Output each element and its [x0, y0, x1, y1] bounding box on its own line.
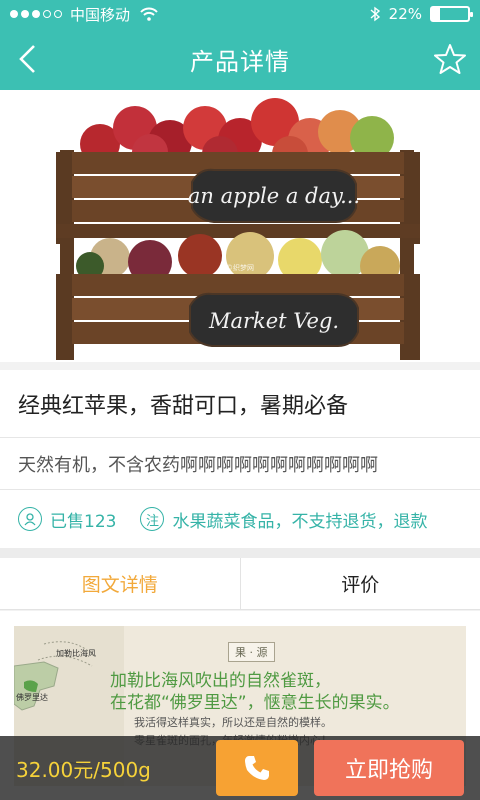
product-description-row: 天然有机，不含农药啊啊啊啊啊啊啊啊啊啊啊	[0, 438, 480, 490]
signal-icon	[10, 10, 62, 18]
poster-body-1: 我活得这样真实，所以还是自然的模样。	[134, 716, 332, 729]
sign-top-text: an apple a day...	[188, 184, 360, 208]
chevron-left-icon	[19, 45, 35, 73]
poster-tag: 果 · 源	[228, 642, 275, 662]
sold-count: 已售123	[50, 511, 117, 532]
detail-tabs: 图文详情 评价	[0, 558, 480, 610]
sign-bottom-text: Market Veg.	[208, 309, 339, 333]
tab-graphic-details[interactable]: 图文详情	[0, 558, 241, 609]
note-icon: 注	[140, 507, 165, 531]
section-divider	[0, 362, 480, 370]
phone-icon	[245, 756, 269, 780]
buy-now-button[interactable]: 立即抢购	[314, 740, 464, 796]
nav-bar: 产品详情	[0, 28, 480, 90]
battery-icon	[430, 6, 473, 22]
poster-headline-2: 在花都“佛罗里达”，惬意生长的果实。	[110, 693, 400, 713]
back-button[interactable]	[12, 42, 42, 76]
wifi-icon	[140, 7, 158, 21]
carrier-label: 中国移动	[70, 5, 131, 24]
map-label-caribbean: 加勒比海风	[56, 649, 96, 658]
product-title-row: 经典红苹果，香甜可口，暑期必备	[0, 370, 480, 438]
map-label-florida: 佛罗里达	[16, 693, 48, 702]
watermark: ©织梦网	[226, 263, 254, 272]
call-button[interactable]	[216, 740, 298, 796]
return-policy-note: 水果蔬菜食品，不支持退货，退款	[172, 511, 428, 532]
product-description: 天然有机，不含农药啊啊啊啊啊啊啊啊啊啊啊	[18, 454, 378, 476]
price-label: 32.00元/500g	[16, 758, 151, 782]
product-meta-row: 已售123 注 水果蔬菜食品，不支持退货，退款	[0, 490, 480, 548]
battery-percent: 22%	[388, 5, 422, 23]
bluetooth-icon	[370, 6, 380, 22]
page-title: 产品详情	[190, 47, 290, 76]
bottom-action-bar: 32.00元/500g 立即抢购	[0, 736, 480, 800]
status-bar: 中国移动 22%	[0, 0, 480, 28]
user-icon	[18, 507, 42, 531]
product-image: an apple a day... Market Veg. ©织梦网	[0, 90, 480, 362]
star-outline-icon	[434, 44, 466, 74]
product-title: 经典红苹果，香甜可口，暑期必备	[18, 393, 349, 419]
tab-reviews[interactable]: 评价	[241, 558, 480, 609]
favorite-button[interactable]	[434, 43, 466, 75]
section-divider	[0, 548, 480, 558]
